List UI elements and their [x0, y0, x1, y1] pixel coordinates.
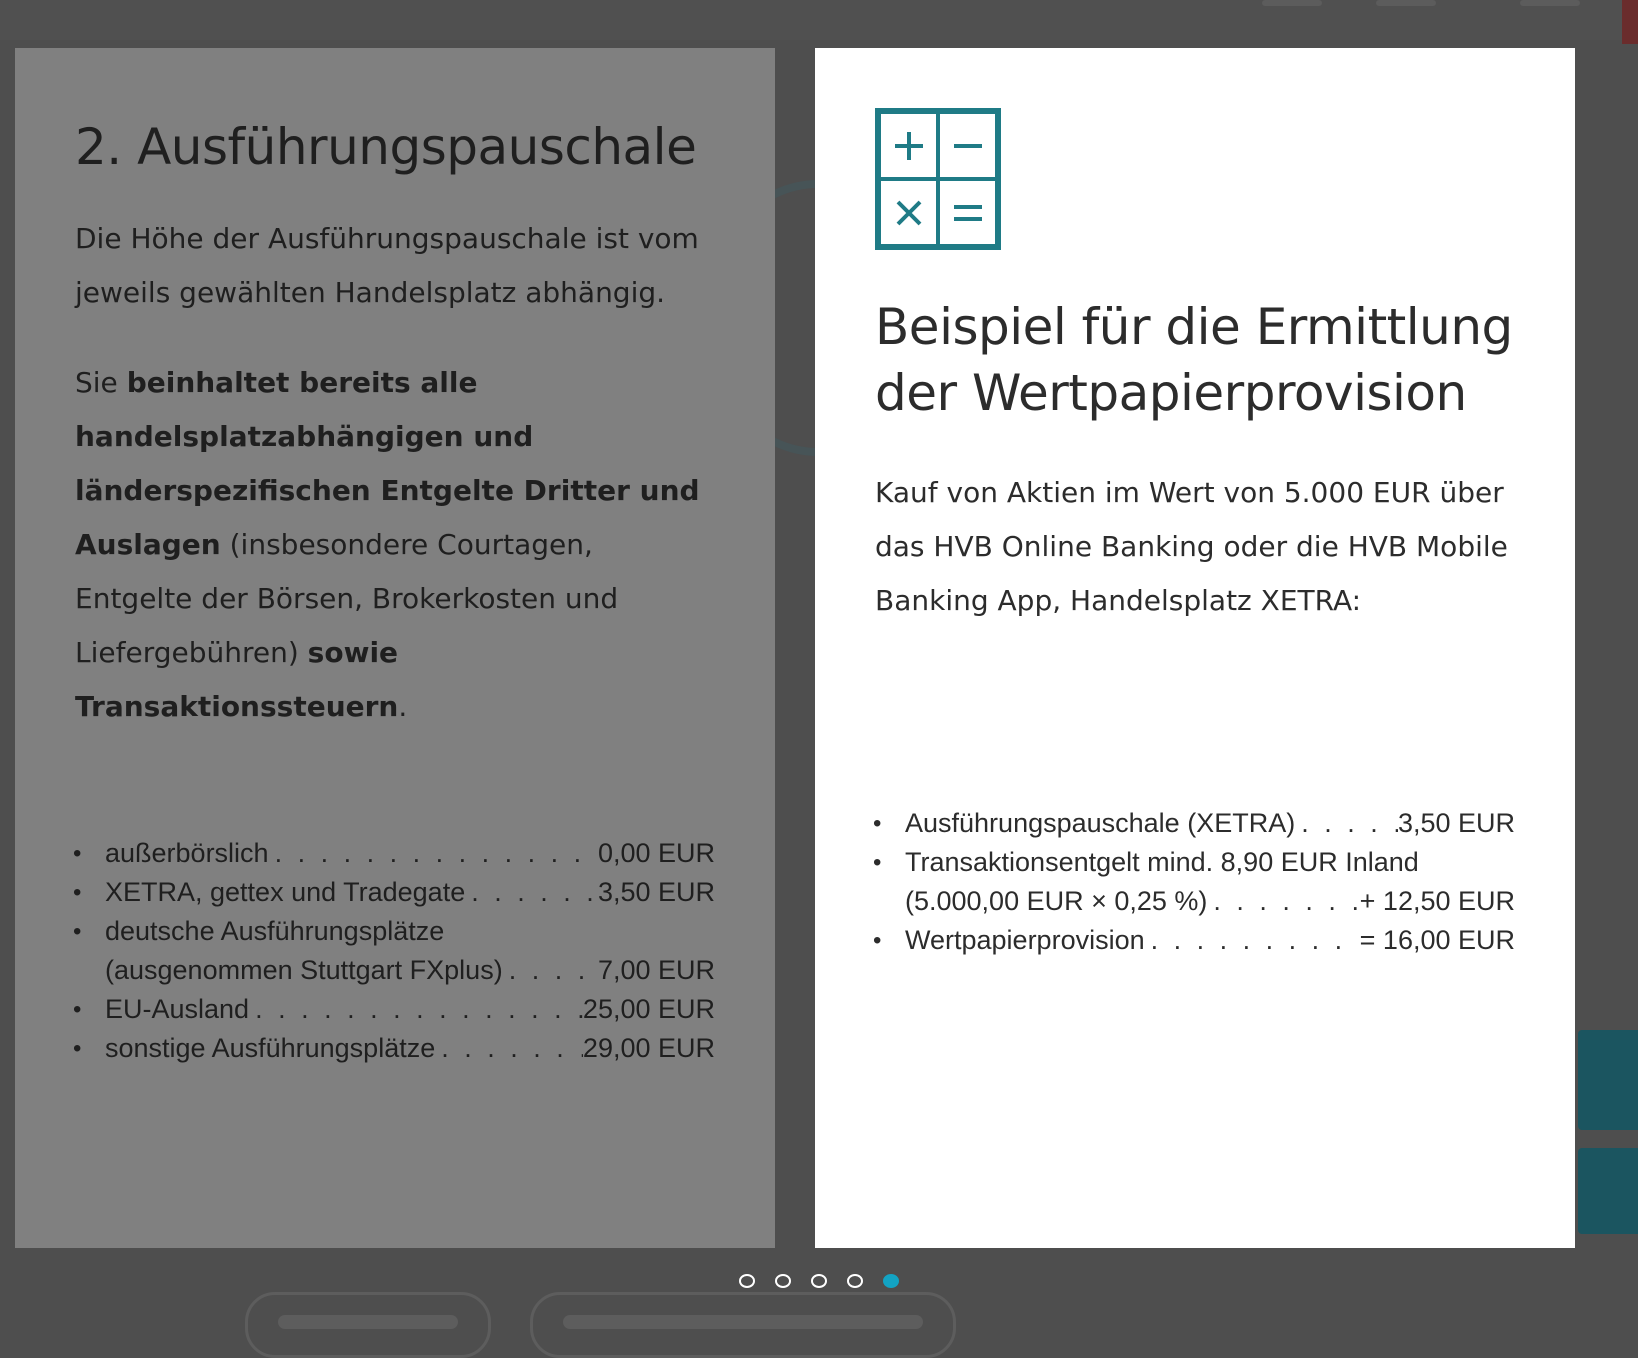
background-header	[0, 0, 1638, 40]
plus-icon	[879, 112, 938, 179]
background-side-tab	[1578, 1030, 1638, 1130]
fee-label: sonstige Ausführungsplätze	[105, 1033, 436, 1063]
background-nav-item	[1520, 0, 1580, 6]
background-side-tab	[1578, 1148, 1638, 1234]
slide-title: Beispiel für die Ermittlung der Wertpapi…	[875, 298, 1513, 422]
background-nav-item	[1262, 0, 1322, 6]
calculator-icon	[875, 108, 1001, 250]
fee-value: 29,00 EUR	[582, 1033, 715, 1063]
fee-value: 3,50 EUR	[597, 877, 715, 907]
calc-value: = 16,00 EUR	[1359, 925, 1515, 955]
fee-label: außerbörslich	[105, 838, 269, 868]
fee-label: EU-Ausland	[105, 994, 250, 1024]
fee-value: 0,00 EUR	[597, 838, 715, 868]
calc-label: Ausführungspauschale (XETRA)	[905, 808, 1296, 838]
carousel-dot-4[interactable]	[847, 1274, 863, 1288]
slide-description: Sie beinhaltet bereits alle handelsplatz…	[75, 356, 715, 734]
equals-icon	[938, 179, 997, 246]
fee-label: deutsche Ausführungsplätze	[105, 916, 445, 946]
fee-label: XETRA, gettex und Tradegate	[105, 877, 466, 907]
background-accent	[1622, 0, 1638, 44]
desc-text: Sie	[75, 366, 127, 399]
carousel-dot-1[interactable]	[739, 1274, 755, 1288]
background-nav-item	[1376, 0, 1436, 6]
calc-label: Wertpapierprovision	[905, 925, 1145, 955]
fee-item: außerbörslich 0,00 EUR	[73, 834, 715, 873]
calculation-item: Wertpapierprovision = 16,00 EUR	[873, 921, 1515, 960]
carousel-dot-3[interactable]	[811, 1274, 827, 1288]
fee-list: außerbörslich 0,00 EUR XETRA, gettex und …	[73, 834, 715, 1068]
background-pill	[245, 1292, 491, 1358]
background-pill	[530, 1292, 956, 1358]
fee-value: 7,00 EUR	[597, 955, 715, 985]
fee-value: 25,00 EUR	[582, 994, 715, 1024]
slide-intro: Kauf von Aktien im Wert von 5.000 EUR üb…	[875, 476, 1508, 617]
calc-label: Transaktionsentgelt mind. 8,90 EUR Inlan…	[905, 847, 1419, 877]
carousel-pagination	[0, 1274, 1638, 1288]
fee-item: EU-Ausland 25,00 EUR	[73, 990, 715, 1029]
fee-sublabel: (ausgenommen Stuttgart FXplus)	[105, 955, 503, 985]
carousel-dot-5[interactable]	[883, 1274, 899, 1288]
calc-value: 3,50 EUR	[1397, 808, 1515, 838]
desc-text: .	[398, 690, 408, 723]
calc-sublabel: (5.000,00 EUR × 0,25 %)	[905, 886, 1208, 916]
calculation-list: Ausführungspauschale (XETRA) 3,50 EUR Tra…	[873, 804, 1515, 960]
slide-commission-example[interactable]: Beispiel für die Ermittlung der Wertpapi…	[815, 48, 1575, 1248]
carousel-dot-2[interactable]	[775, 1274, 791, 1288]
fee-item: sonstige Ausführungsplätze 29,00 EUR	[73, 1029, 715, 1068]
multiply-icon	[879, 179, 938, 246]
slide-execution-fee[interactable]: 2. Ausführungspauschale Die Höhe der Aus…	[15, 48, 775, 1248]
slide-title: 2. Ausführungspauschale	[75, 118, 697, 176]
calculation-item: Transaktionsentgelt mind. 8,90 EUR Inlan…	[873, 843, 1515, 921]
minus-icon	[938, 112, 997, 179]
fee-item: deutsche Ausführungsplätze (ausgenommen …	[73, 912, 715, 990]
calc-value: + 12,50 EUR	[1359, 886, 1515, 916]
fee-item: XETRA, gettex und Tradegate 3,50 EUR	[73, 873, 715, 912]
calculation-item: Ausführungspauschale (XETRA) 3,50 EUR	[873, 804, 1515, 843]
slide-intro: Die Höhe der Ausführungspauschale ist vo…	[75, 222, 699, 309]
